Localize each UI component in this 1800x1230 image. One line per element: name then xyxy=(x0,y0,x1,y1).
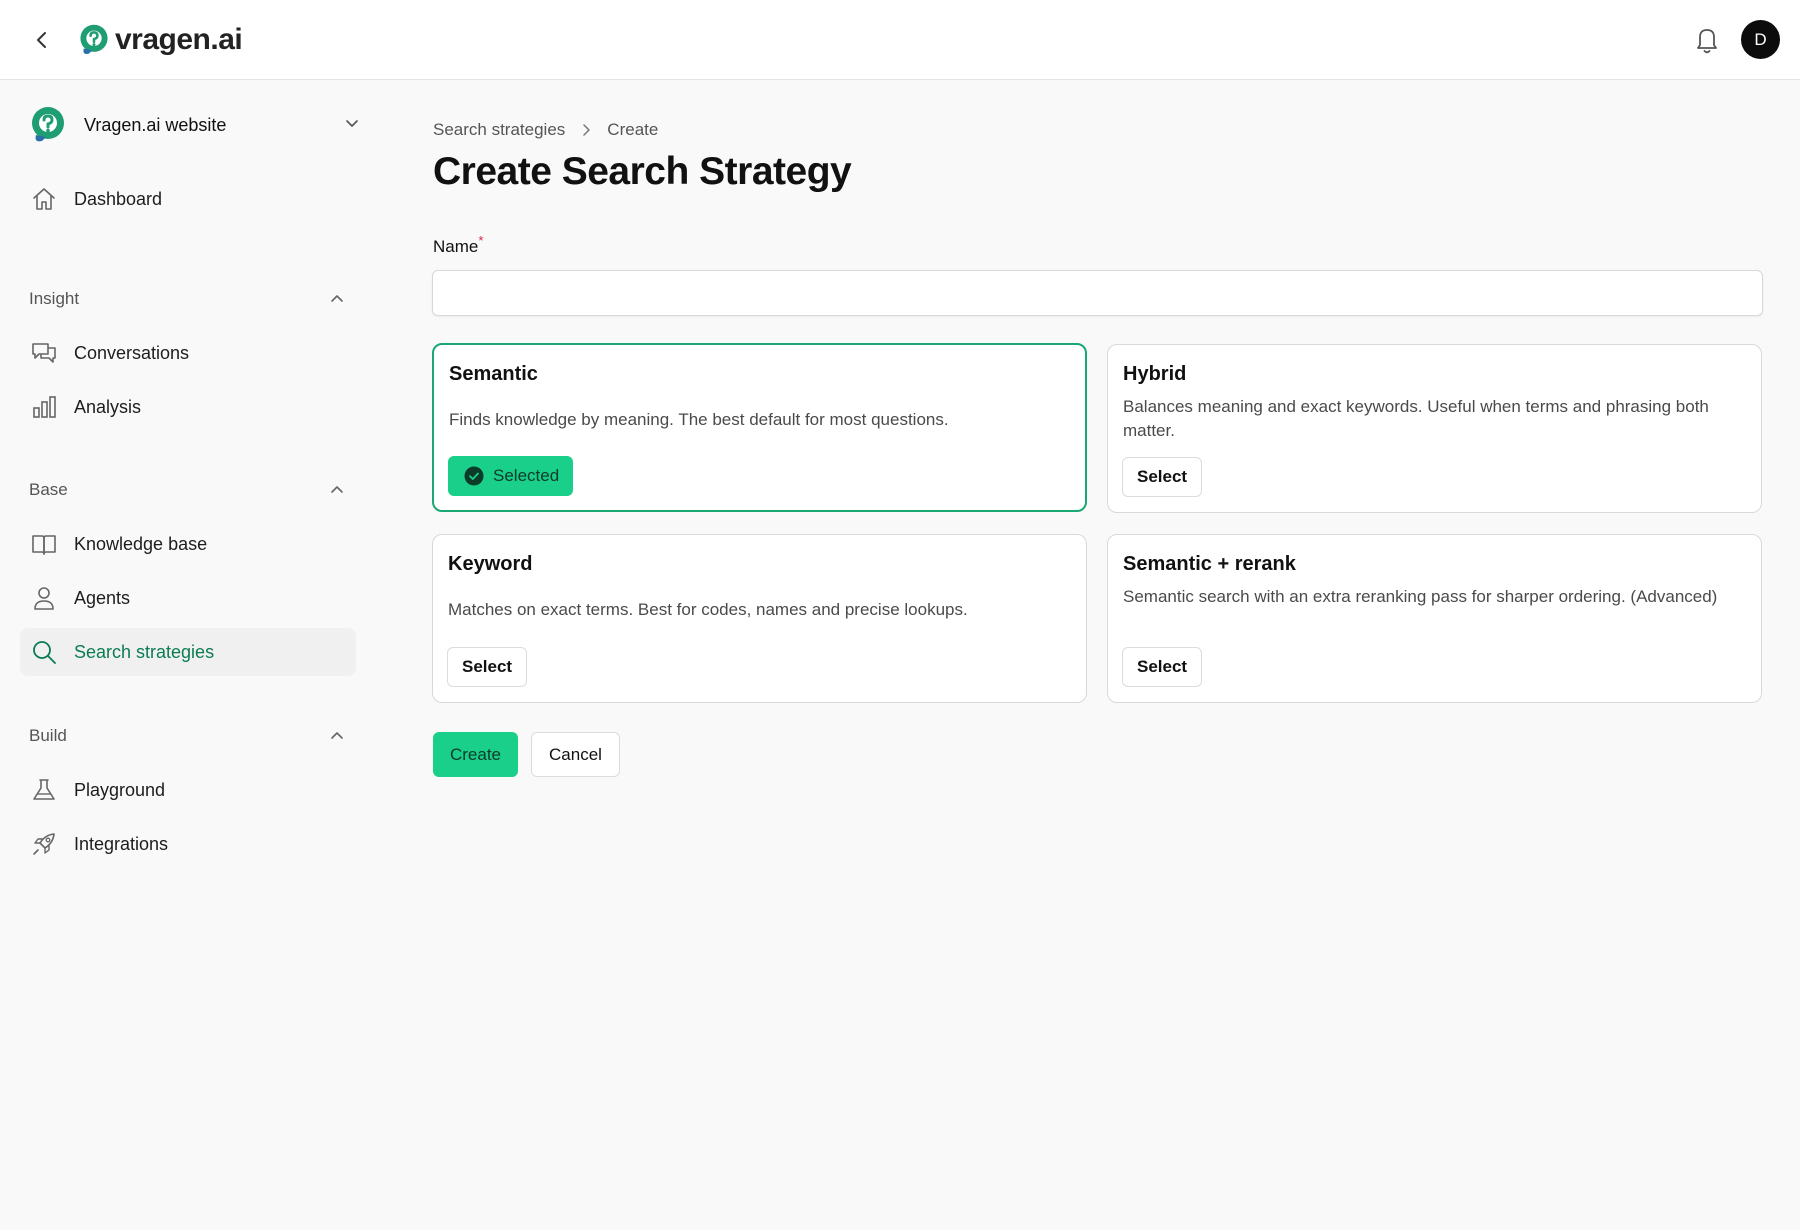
sidebar-item-label: Conversations xyxy=(74,342,190,363)
book-icon xyxy=(30,530,58,558)
check-circle-icon xyxy=(464,466,484,486)
search-icon xyxy=(30,638,58,666)
flask-icon xyxy=(30,776,58,804)
vragen-logo-icon xyxy=(80,24,108,54)
sidebar-item-label: Playground xyxy=(74,779,166,800)
select-button[interactable]: Select xyxy=(447,647,528,687)
select-button[interactable]: Select xyxy=(1122,457,1203,497)
cancel-button[interactable]: Cancel xyxy=(531,732,620,777)
chevron-left-icon xyxy=(37,32,46,48)
user-avatar[interactable]: D xyxy=(1741,20,1780,59)
workspace-logo-icon xyxy=(32,107,64,142)
sidebar-item-label: Dashboard xyxy=(74,188,163,209)
breadcrumb: Search strategies Create xyxy=(433,118,658,142)
sidebar-item-label: Search strategies xyxy=(74,641,215,662)
name-input[interactable] xyxy=(432,270,1763,316)
section-insight-toggle[interactable]: Insight xyxy=(29,284,345,314)
required-marker: * xyxy=(478,233,484,248)
sidebar-item-conversations[interactable]: Conversations xyxy=(20,329,356,377)
name-label-text: Name xyxy=(433,237,479,256)
card-title: Hybrid xyxy=(1123,363,1187,385)
chat-icon xyxy=(30,339,58,367)
brand-logo[interactable]: vragen.ai xyxy=(77,20,243,60)
bell-icon xyxy=(1697,29,1717,54)
sidebar-item-agents[interactable]: Agents xyxy=(20,574,356,622)
breadcrumb-current: Create xyxy=(607,120,659,139)
card-description: Balances meaning and exact keywords. Use… xyxy=(1123,397,1709,440)
create-button[interactable]: Create xyxy=(433,732,518,777)
strategy-card-semantic[interactable]: Semantic Finds knowledge by meaning. The… xyxy=(432,343,1087,512)
chevron-up-icon xyxy=(331,295,343,302)
strategy-card-hybrid[interactable]: Hybrid Balances meaning and exact keywor… xyxy=(1107,344,1762,513)
brand-name: vragen.ai xyxy=(115,23,243,56)
card-description: Semantic search with an extra reranking … xyxy=(1123,587,1718,606)
section-base-toggle[interactable]: Base xyxy=(29,475,345,505)
workspace-switcher[interactable]: Vragen.ai website xyxy=(28,103,368,147)
sidebar-item-knowledge-base[interactable]: Knowledge base xyxy=(20,520,356,568)
section-title: Insight xyxy=(29,289,80,308)
section-title: Base xyxy=(29,480,68,499)
sidebar-item-playground[interactable]: Playground xyxy=(20,766,356,814)
selected-button-label: Selected xyxy=(493,466,560,485)
sidebar-item-dashboard[interactable]: Dashboard xyxy=(20,175,356,223)
back-button[interactable] xyxy=(26,24,58,56)
page-title: Create Search Strategy xyxy=(433,150,852,193)
chevron-up-icon xyxy=(331,486,343,493)
notifications-button[interactable] xyxy=(1692,24,1722,56)
section-title: Build xyxy=(29,726,67,745)
selected-button[interactable]: Selected xyxy=(448,456,574,496)
rocket-icon xyxy=(30,830,58,858)
card-description: Finds knowledge by meaning. The best def… xyxy=(449,410,949,429)
sidebar: Vragen.ai website Dashboard Insight Conv… xyxy=(0,81,370,1230)
select-button[interactable]: Select xyxy=(1122,647,1203,687)
chevron-right-icon xyxy=(579,123,593,137)
card-title: Semantic xyxy=(449,363,538,385)
sidebar-item-search-strategies[interactable]: Search strategies xyxy=(20,628,356,676)
chevron-up-icon xyxy=(331,732,343,739)
card-title: Semantic + rerank xyxy=(1123,553,1296,575)
card-description: Matches on exact terms. Best for codes, … xyxy=(448,600,968,619)
user-icon xyxy=(30,584,58,612)
top-bar: vragen.ai D xyxy=(0,0,1800,80)
name-field-label: Name* xyxy=(433,233,483,257)
sidebar-item-analysis[interactable]: Analysis xyxy=(20,383,356,431)
sidebar-item-label: Knowledge base xyxy=(74,533,208,554)
section-build-toggle[interactable]: Build xyxy=(29,721,345,751)
sidebar-item-integrations[interactable]: Integrations xyxy=(20,820,356,868)
sidebar-item-label: Analysis xyxy=(74,396,142,417)
card-title: Keyword xyxy=(448,553,533,575)
sidebar-item-label: Agents xyxy=(74,587,131,608)
strategy-card-keyword[interactable]: Keyword Matches on exact terms. Best for… xyxy=(432,534,1087,703)
home-icon xyxy=(30,185,58,213)
sidebar-item-label: Integrations xyxy=(74,833,169,854)
workspace-name: Vragen.ai website xyxy=(84,114,227,135)
breadcrumb-link-search-strategies[interactable]: Search strategies xyxy=(433,120,565,140)
chevron-down-icon xyxy=(346,120,358,127)
bar-chart-icon xyxy=(30,393,58,421)
strategy-card-semantic-rerank[interactable]: Semantic + rerank Semantic search with a… xyxy=(1107,534,1762,703)
